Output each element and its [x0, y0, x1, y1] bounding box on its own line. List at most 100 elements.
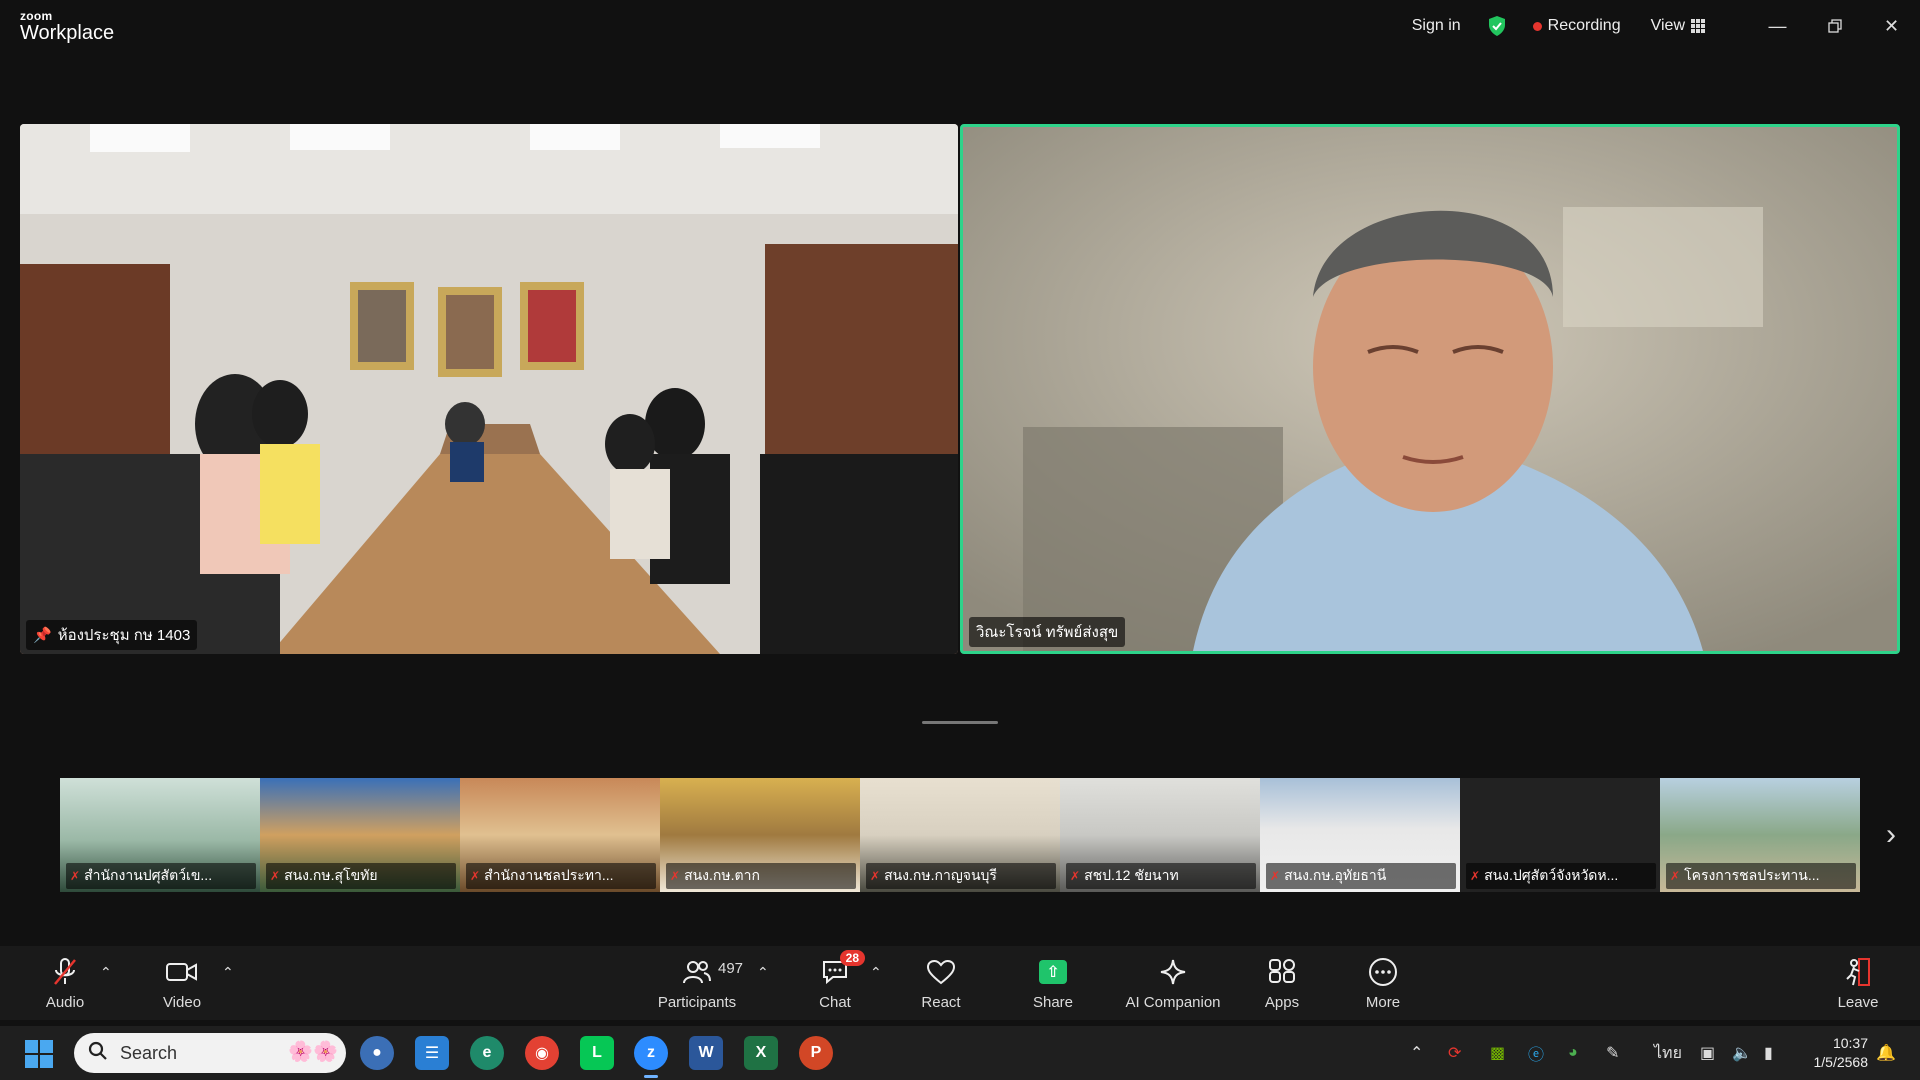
heart-icon [926, 954, 956, 990]
input-language[interactable]: ไทย [1654, 1026, 1682, 1080]
mic-muted-icon: ✗ [1670, 869, 1681, 883]
powerpoint-app-icon[interactable]: P [799, 1036, 833, 1070]
video-camera-icon [166, 954, 198, 990]
mic-muted-icon: ✗ [1470, 869, 1481, 883]
network-icon[interactable]: ▣ [1700, 1026, 1715, 1080]
minimize-icon[interactable]: — [1749, 0, 1806, 52]
notepad-app-icon[interactable]: ☰ [415, 1036, 449, 1070]
participant-thumbnail[interactable]: ✗ สำนักงานชลประทา... [460, 778, 660, 892]
line-app-icon[interactable]: L [580, 1036, 614, 1070]
thumbnail-label: ✗ สนง.กษ.อุทัยธานี [1266, 863, 1456, 889]
apps-icon [1268, 954, 1296, 990]
notification-bell-icon[interactable]: 🔔 [1876, 1026, 1896, 1080]
share-button[interactable]: ⇧ Share [998, 954, 1108, 1011]
view-button[interactable]: View [1651, 17, 1705, 35]
thumbnail-name: โครงการชลประทาน... [1684, 867, 1820, 883]
audio-button[interactable]: Audio [10, 954, 120, 1011]
thumbnail-name: สนง.ปศุสัตว์จังหวัดห... [1484, 867, 1619, 883]
leave-label: Leave [1837, 994, 1879, 1011]
participant-thumbnail[interactable]: ✗ สนง.กษ.สุโขทัย [260, 778, 460, 892]
participant-name: ห้องประชุม กษ 1403 [57, 627, 191, 644]
restore-icon[interactable] [1806, 0, 1863, 52]
battery-icon[interactable]: ▮ [1764, 1026, 1773, 1080]
participant-thumbnail[interactable]: ✗ โครงการชลประทาน... [1660, 778, 1860, 892]
search-placeholder: Search [120, 1042, 178, 1063]
encryption-shield-icon[interactable] [1487, 15, 1507, 37]
chat-icon: 28 [821, 950, 865, 990]
video-options-chevron-up-icon[interactable]: ⌃ [222, 964, 234, 981]
ai-companion-button[interactable]: AI Companion [1118, 954, 1228, 1011]
gallery-resize-handle[interactable] [922, 721, 998, 724]
e-app-tray-icon[interactable]: ⓔ [1528, 1026, 1544, 1080]
participants-count: 497 [718, 960, 744, 977]
participant-thumbnail[interactable]: ✗ สชป.12 ชัยนาท [1060, 778, 1260, 892]
mic-muted-icon: ✗ [270, 869, 281, 883]
thumbnail-label: ✗ สำนักงานชลประทา... [466, 863, 656, 889]
ai-companion-label: AI Companion [1125, 994, 1221, 1011]
react-button[interactable]: React [886, 954, 996, 1011]
windows-taskbar: Search 🌸🌸 ● ☰ e ◉ L z W X P ⌃ ⟳ ▩ ⓔ ◕ ✎ … [0, 1026, 1920, 1080]
windows-start-icon[interactable] [25, 1040, 53, 1068]
mic-muted-icon: ✗ [1270, 869, 1281, 883]
audio-label: Audio [45, 994, 85, 1011]
participant-name-tag: 📌 ห้องประชุม กษ 1403 [26, 620, 198, 650]
leave-button[interactable]: Leave [1803, 954, 1913, 1011]
participant-thumbnail[interactable]: ✗ สนง.ปศุสัตว์จังหวัดห... [1460, 778, 1660, 892]
edge-app-icon[interactable]: e [470, 1036, 504, 1070]
nvidia-icon[interactable]: ▩ [1490, 1026, 1505, 1080]
participant-name: วิณะโรจน์ ทรัพย์ส่งสุข [976, 624, 1119, 641]
react-label: React [921, 994, 961, 1011]
video-tile-active-speaker[interactable]: วิณะโรจน์ ทรัพย์ส่งสุข [960, 124, 1900, 654]
chevron-right-icon[interactable]: › [1886, 818, 1896, 852]
taskbar-clock[interactable]: 10:37 1/5/2568 [1814, 1034, 1869, 1072]
word-app-icon[interactable]: W [689, 1036, 723, 1070]
excel-app-icon[interactable]: X [744, 1036, 778, 1070]
close-icon[interactable]: ✕ [1863, 0, 1920, 52]
video-tile-meeting-room[interactable]: 📌 ห้องประชุม กษ 1403 [20, 124, 958, 654]
participant-thumbnail[interactable]: ✗ สนง.กษ.กาญจนบุรี [860, 778, 1060, 892]
more-label: More [1365, 994, 1401, 1011]
participant-name-tag: วิณะโรจน์ ทรัพย์ส่งสุข [969, 617, 1126, 647]
tray-overflow-chevron-up-icon[interactable]: ⌃ [1410, 1026, 1423, 1080]
clock-date: 1/5/2568 [1813, 1054, 1869, 1070]
pen-tray-icon[interactable]: ✎ [1606, 1026, 1619, 1080]
more-button[interactable]: More [1328, 954, 1438, 1011]
chat-chevron-up-icon[interactable]: ⌃ [870, 964, 882, 981]
sign-in-button[interactable]: Sign in [1412, 17, 1461, 35]
globe-app-icon[interactable]: ● [360, 1036, 394, 1070]
participants-chevron-up-icon[interactable]: ⌃ [757, 964, 769, 981]
participant-thumbnail[interactable]: ✗ สำนักงานปศุสัตว์เข... [60, 778, 260, 892]
recording-dot-icon [1532, 21, 1542, 31]
chat-unread-badge: 28 [839, 950, 865, 966]
thumbnail-label: ✗ สชป.12 ชัยนาท [1066, 863, 1256, 889]
color-wheel-tray-icon[interactable]: ◕ [1568, 1026, 1578, 1080]
thumbnail-name: สนง.กษ.สุโขทัย [284, 867, 378, 883]
apps-label: Apps [1264, 994, 1300, 1011]
brand-big: Workplace [20, 22, 115, 44]
participant-thumbnail[interactable]: ✗ สนง.กษ.อุทัยธานี [1260, 778, 1460, 892]
chat-button[interactable]: 28 Chat [780, 950, 890, 1011]
thumbnail-label: ✗ สนง.กษ.สุโขทัย [266, 863, 456, 889]
share-label: Share [1032, 994, 1074, 1011]
volume-icon[interactable]: 🔈 [1732, 1026, 1752, 1080]
sync-icon[interactable]: ⟳ [1448, 1026, 1461, 1080]
pin-icon: 📌 [33, 627, 52, 644]
more-icon [1368, 954, 1398, 990]
thumbnail-name: สนง.กษ.กาญจนบุรี [884, 867, 997, 883]
speaker-video [963, 127, 1897, 651]
thumbnail-label: ✗ สำนักงานปศุสัตว์เข... [66, 863, 256, 889]
clock-time: 10:37 [1832, 1035, 1868, 1051]
thumbnail-name: สนง.กษ.อุทัยธานี [1284, 867, 1387, 883]
participant-thumbnail[interactable]: ✗ สนง.กษ.ตาก [660, 778, 860, 892]
share-screen-icon: ⇧ [1039, 954, 1067, 990]
zoom-app-icon[interactable]: z [634, 1036, 668, 1078]
search-icon [88, 1041, 108, 1066]
audio-options-chevron-up-icon[interactable]: ⌃ [100, 964, 112, 981]
chrome-app-icon[interactable]: ◉ [525, 1036, 559, 1070]
video-button[interactable]: Video [127, 954, 237, 1011]
taskbar-search-box[interactable]: Search 🌸🌸 [74, 1033, 346, 1073]
participants-icon [682, 954, 712, 990]
apps-button[interactable]: Apps [1227, 954, 1337, 1011]
recording-indicator[interactable]: Recording [1532, 17, 1621, 35]
participants-label: Participants [657, 994, 737, 1011]
